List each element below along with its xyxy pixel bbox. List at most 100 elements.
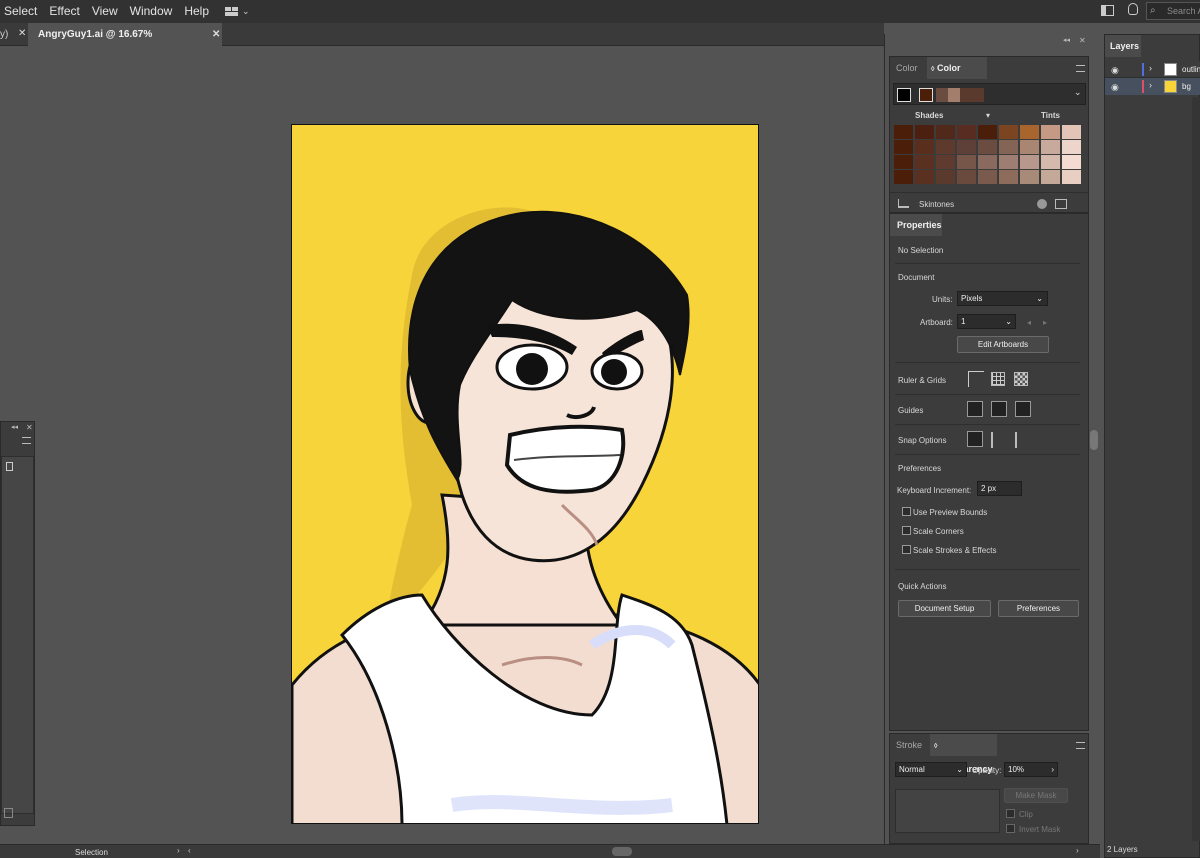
color-swatch[interactable] [1062,140,1081,154]
tab-layers[interactable]: Layers [1105,35,1141,57]
harmony-swatch-2[interactable] [936,88,948,102]
grid-icon[interactable] [991,372,1005,386]
dock-close-icon[interactable]: ✕ [1079,36,1086,45]
workspace-switcher-icon[interactable]: ⌄ [225,6,251,18]
scroll-right-icon[interactable]: › [1076,846,1079,855]
tab-previous[interactable]: y) [0,23,10,46]
menu-window[interactable]: Window [124,0,179,23]
color-swatch[interactable] [999,140,1018,154]
show-guides-icon[interactable] [967,401,983,417]
keyboard-increment-input[interactable]: 2 px [977,481,1022,496]
color-swatch[interactable] [1041,125,1060,139]
smart-guides-icon[interactable] [1015,401,1031,417]
make-mask-button[interactable]: Make Mask [1004,788,1068,803]
document-setup-button[interactable]: Document Setup [898,600,991,617]
color-swatch[interactable] [978,155,997,169]
artboard-select[interactable]: 1 ⌄ [957,314,1016,329]
color-swatch[interactable] [936,140,955,154]
expand-chevron-icon[interactable]: › [1149,80,1152,90]
color-swatch[interactable] [936,125,955,139]
color-swatch[interactable] [1020,155,1039,169]
expand-chevron-icon[interactable]: › [1149,63,1152,73]
color-swatch[interactable] [1020,125,1039,139]
next-artboard-icon[interactable]: ▸ [1043,318,1047,327]
color-swatch[interactable] [999,125,1018,139]
prev-artboard-icon[interactable]: ◂ [1027,318,1031,327]
color-swatch[interactable] [1020,140,1039,154]
discover-lightbulb-icon[interactable] [1128,3,1138,15]
page-icon[interactable] [6,462,13,471]
color-swatch[interactable] [957,125,976,139]
horizontal-scroll-thumb[interactable] [612,847,632,856]
color-swatch[interactable] [957,140,976,154]
color-swatch[interactable] [1062,155,1081,169]
transparency-grid-icon[interactable] [1014,372,1028,386]
color-swatch[interactable] [1062,125,1081,139]
invert-mask-checkbox[interactable] [1006,824,1015,833]
floating-panel-menu-icon[interactable] [22,437,31,444]
tool-menu-arrow-icon[interactable]: › [177,846,180,855]
harmony-dropdown-icon[interactable]: ⌄ [1074,87,1082,98]
color-swatch[interactable] [936,170,955,184]
use-preview-bounds-checkbox[interactable] [902,507,911,516]
rulers-icon[interactable] [968,371,984,387]
layers-scrollbar[interactable] [1192,97,1200,841]
layer-row-outline[interactable]: ◉ › outlin [1105,61,1200,78]
color-swatch[interactable] [1041,170,1060,184]
color-swatch[interactable] [915,155,934,169]
menu-effect[interactable]: Effect [43,0,85,23]
tab-previous-close-icon[interactable]: ✕ [18,28,26,39]
scale-strokes-checkbox[interactable] [902,545,911,554]
snap-to-pixel-icon[interactable] [991,432,1007,448]
tab-properties[interactable]: Properties [890,214,942,236]
trash-icon[interactable] [4,808,13,818]
tab-transparency[interactable]: ◊ Transparency [930,734,997,774]
scroll-left-icon[interactable]: ‹ [188,846,191,855]
clip-checkbox[interactable] [1006,809,1015,818]
color-swatch[interactable] [894,170,913,184]
collapse-arrows-icon[interactable]: ◂◂ [11,423,18,431]
blend-mode-select[interactable]: Normal ⌄ [895,762,967,777]
color-swatch[interactable] [978,170,997,184]
color-guide-menu-icon[interactable] [1076,65,1085,72]
color-swatch[interactable] [957,170,976,184]
color-swatch[interactable] [1062,170,1081,184]
snap-to-glyph-icon[interactable] [1015,432,1031,448]
base-color-swatch[interactable] [897,88,911,102]
color-swatch[interactable] [915,170,934,184]
color-swatch[interactable] [894,140,913,154]
visibility-eye-icon[interactable]: ◉ [1111,82,1119,93]
opacity-input[interactable]: 10% › [1004,762,1058,777]
search-box[interactable]: ⌕ Search A [1146,2,1200,20]
tab-stroke[interactable]: Stroke [896,734,930,756]
layer-row-bg[interactable]: ◉ › bg [1105,78,1200,95]
dock-scroll-handle[interactable] [1090,430,1098,450]
tab-color-guide[interactable]: ◊ Color Guide [927,57,987,97]
harmony-swatch-3[interactable] [948,88,960,102]
color-swatch[interactable] [915,125,934,139]
artboard[interactable] [291,124,759,824]
color-swatch[interactable] [957,155,976,169]
color-swatch[interactable] [999,170,1018,184]
color-swatch[interactable] [915,140,934,154]
variation-dropdown-icon[interactable]: ▾ [986,111,990,120]
floating-panel-close-icon[interactable]: ✕ [26,423,33,432]
scale-corners-checkbox[interactable] [902,526,911,535]
menu-select[interactable]: Select [0,0,43,23]
tab-color[interactable]: Color [896,57,926,79]
color-swatch[interactable] [978,125,997,139]
color-swatch[interactable] [894,125,913,139]
lock-guides-icon[interactable] [991,401,1007,417]
save-swatches-icon[interactable] [1055,199,1067,209]
color-swatch[interactable] [894,155,913,169]
color-swatch[interactable] [936,155,955,169]
units-select[interactable]: Pixels ⌄ [957,291,1048,306]
color-swatch[interactable] [1020,170,1039,184]
edit-artboards-button[interactable]: Edit Artboards [957,336,1049,353]
preferences-button[interactable]: Preferences [998,600,1079,617]
harmony-bar[interactable]: ⌄ [893,83,1086,105]
harmony-swatch-1[interactable] [919,88,933,102]
menu-view[interactable]: View [86,0,124,23]
harmony-swatch-4[interactable] [960,88,984,102]
color-swatch[interactable] [978,140,997,154]
